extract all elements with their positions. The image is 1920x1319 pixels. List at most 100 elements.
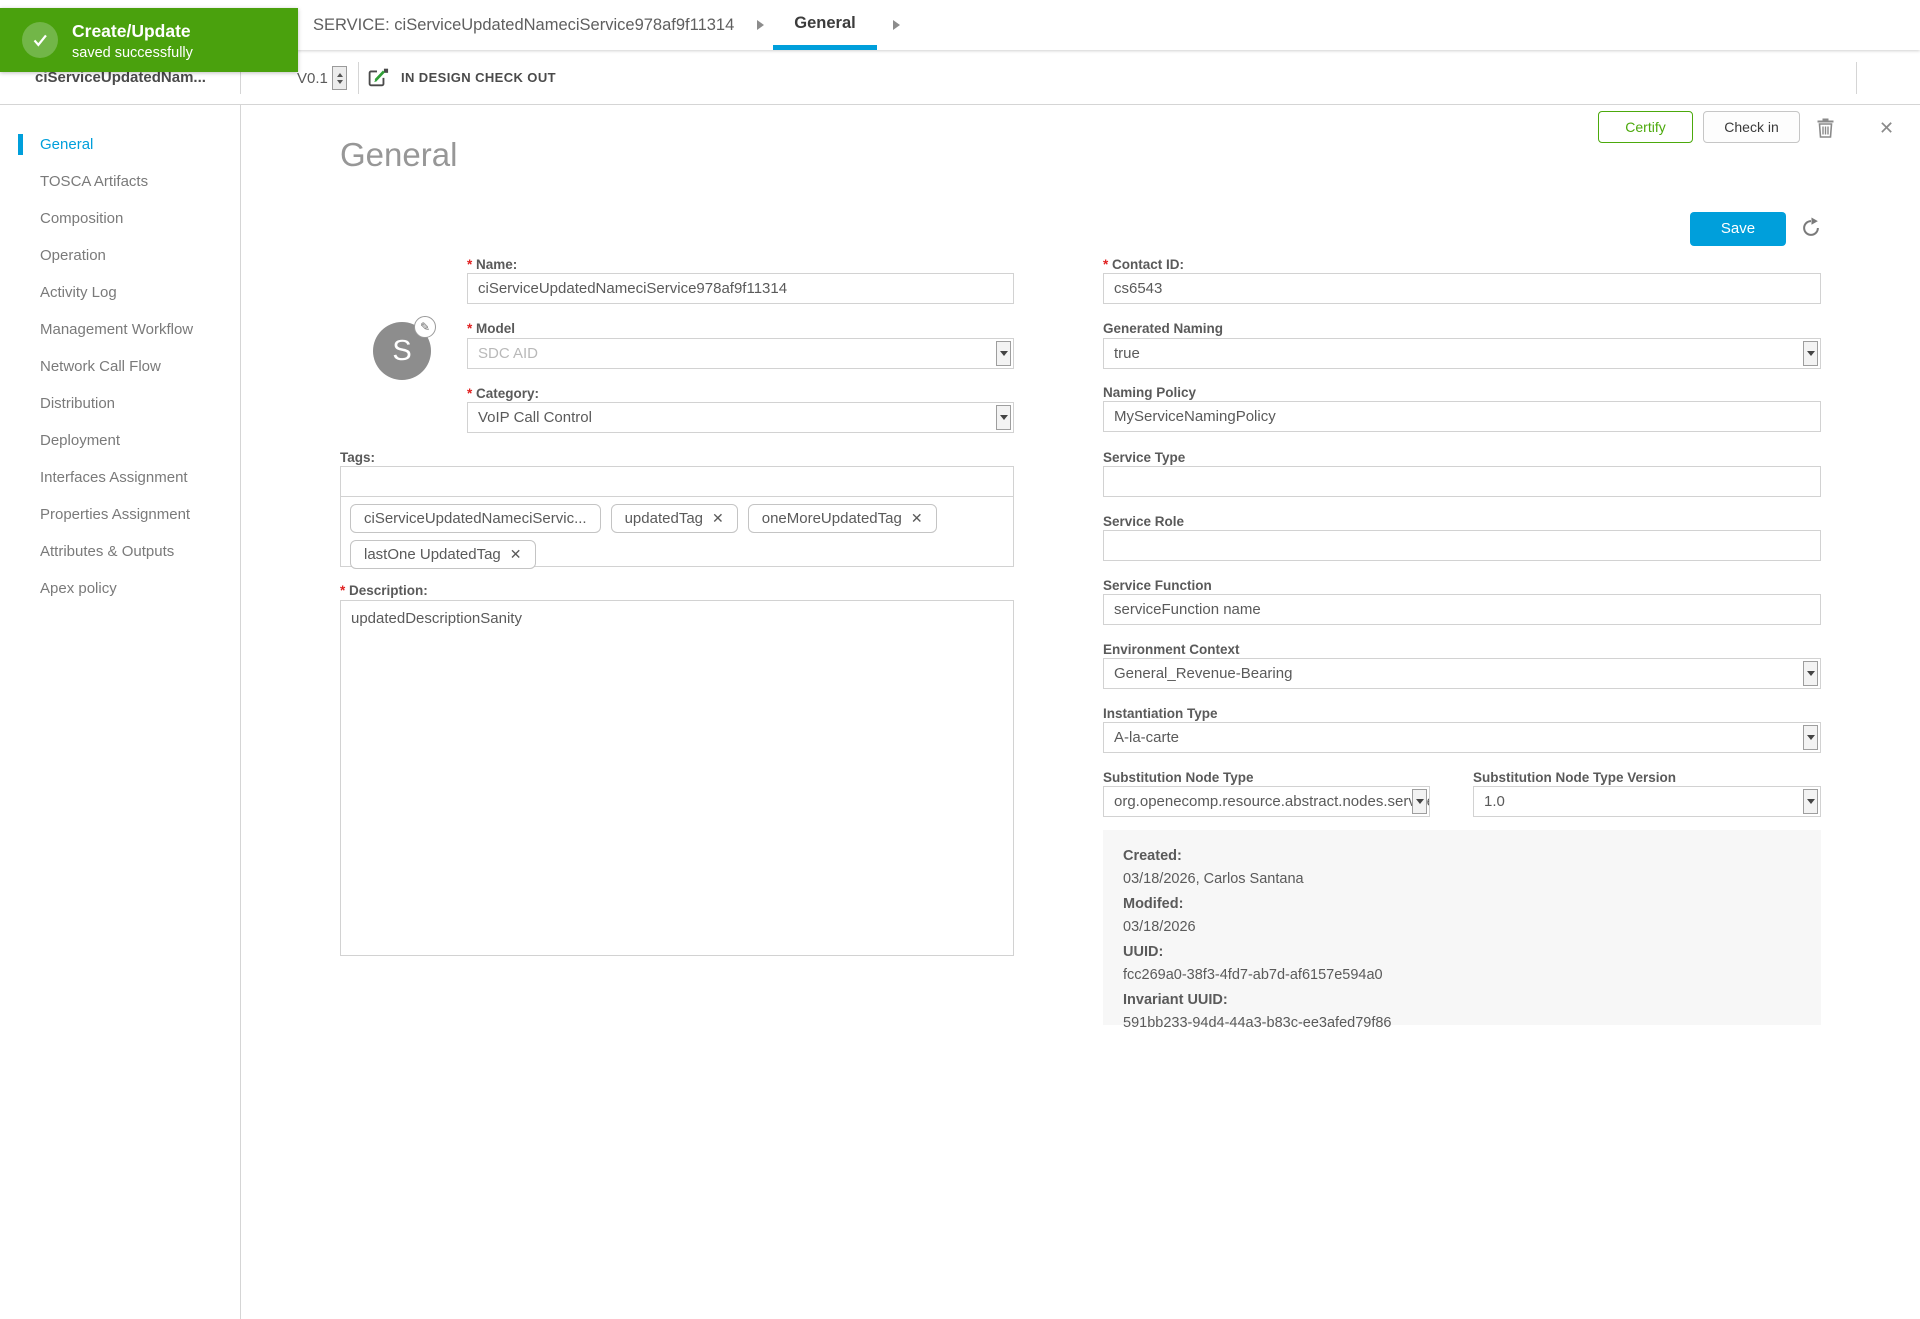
sidebar-item-deployment[interactable]: Deployment <box>0 422 240 459</box>
revert-icon[interactable] <box>1800 217 1822 239</box>
breadcrumb[interactable]: SERVICE: ciServiceUpdatedNameciService97… <box>313 0 734 50</box>
toast-title: Create/Update <box>72 21 191 42</box>
tag-chip: ciServiceUpdatedNameciServic... <box>350 504 601 533</box>
substitution-node-type-select[interactable]: org.openecomp.resource.abstract.nodes.se… <box>1103 786 1430 817</box>
service-avatar: S <box>373 322 431 380</box>
lifecycle-state-label: IN DESIGN CHECK OUT <box>401 70 556 85</box>
sidebar-item-distribution[interactable]: Distribution <box>0 385 240 422</box>
save-button[interactable]: Save <box>1690 212 1786 246</box>
tag-chip-label: ciServiceUpdatedNameciServic... <box>364 505 587 532</box>
sidebar-item-attributes-outputs[interactable]: Attributes & Outputs <box>0 533 240 570</box>
sidebar-item-apex-policy[interactable]: Apex policy <box>0 570 240 607</box>
dropdown-arrow-icon[interactable] <box>1412 789 1427 814</box>
environment-context-value: General_Revenue-Bearing <box>1114 665 1292 682</box>
spinner-down-icon[interactable] <box>337 80 343 84</box>
active-indicator <box>18 134 23 155</box>
substitution-node-version-select[interactable]: 1.0 <box>1473 786 1821 817</box>
naming-policy-input[interactable]: MyServiceNamingPolicy <box>1103 401 1821 432</box>
contact-id-label: Contact ID: <box>1103 257 1184 272</box>
avatar-letter: S <box>392 335 411 367</box>
dropdown-arrow-icon[interactable] <box>996 341 1011 366</box>
success-check-icon <box>22 22 58 58</box>
description-label: Description: <box>340 583 428 598</box>
sdc-service-editor: SERVICE: ciServiceUpdatedNameciService97… <box>0 0 1920 1319</box>
model-select-value: SDC AID <box>478 345 538 362</box>
name-label: Name: <box>467 257 517 272</box>
sidebar-item-management-workflow[interactable]: Management Workflow <box>0 311 240 348</box>
model-label: Model <box>467 321 515 336</box>
category-select-value: VoIP Call Control <box>478 409 592 426</box>
sidebar-item-composition[interactable]: Composition <box>0 200 240 237</box>
certify-button[interactable]: Certify <box>1598 111 1693 143</box>
environment-context-select[interactable]: General_Revenue-Bearing <box>1103 658 1821 689</box>
service-role-label: Service Role <box>1103 514 1184 529</box>
service-function-input[interactable]: serviceFunction name <box>1103 594 1821 625</box>
generated-naming-label: Generated Naming <box>1103 321 1223 336</box>
dropdown-arrow-icon[interactable] <box>1803 661 1818 686</box>
invariant-uuid-value: 591bb233-94d4-44a3-b83c-ee3afed79f86 <box>1123 1012 1801 1035</box>
generated-naming-select[interactable]: true <box>1103 338 1821 369</box>
uuid-label: UUID: <box>1123 941 1801 964</box>
success-toast: Create/Update saved successfully <box>0 8 298 72</box>
tags-label: Tags: <box>340 450 375 465</box>
instantiation-type-label: Instantiation Type <box>1103 706 1218 721</box>
description-textarea[interactable]: updatedDescriptionSanity <box>340 600 1014 956</box>
spinner-up-icon[interactable] <box>337 73 343 77</box>
remove-tag-icon[interactable] <box>510 541 522 568</box>
remove-tag-icon[interactable] <box>911 505 923 532</box>
divider <box>358 62 359 94</box>
tab-general-label: General <box>794 14 855 32</box>
dropdown-arrow-icon[interactable] <box>996 405 1011 430</box>
instantiation-type-select[interactable]: A-la-carte <box>1103 722 1821 753</box>
sidebar-item-label: TOSCA Artifacts <box>40 173 148 190</box>
created-value: 03/18/2026, Carlos Santana <box>1123 868 1801 891</box>
sidebar-item-operation[interactable]: Operation <box>0 237 240 274</box>
category-select[interactable]: VoIP Call Control <box>467 402 1014 433</box>
service-role-input[interactable] <box>1103 530 1821 561</box>
divider <box>1856 62 1857 94</box>
sidebar-item-label: Management Workflow <box>40 321 193 338</box>
tags-input[interactable] <box>340 466 1014 497</box>
tab-general[interactable]: General <box>773 0 877 50</box>
close-icon[interactable] <box>1879 118 1894 139</box>
service-type-input[interactable] <box>1103 466 1821 497</box>
dropdown-arrow-icon[interactable] <box>1803 341 1818 366</box>
tag-chip-label: lastOne UpdatedTag <box>364 541 501 568</box>
edit-icon-badge[interactable] <box>414 316 436 338</box>
created-label: Created: <box>1123 845 1801 868</box>
sidebar-item-properties-assignment[interactable]: Properties Assignment <box>0 496 240 533</box>
sidebar-item-network-call-flow[interactable]: Network Call Flow <box>0 348 240 385</box>
active-tab-underline <box>773 45 877 50</box>
sidebar-item-tosca-artifacts[interactable]: TOSCA Artifacts <box>0 163 240 200</box>
service-function-label: Service Function <box>1103 578 1212 593</box>
category-label: Category: <box>467 386 539 401</box>
substitution-node-type-label: Substitution Node Type <box>1103 770 1254 785</box>
chevron-right-icon <box>757 20 764 30</box>
sidebar-nav: General TOSCA Artifacts Composition Oper… <box>0 105 241 1319</box>
dropdown-arrow-icon[interactable] <box>1803 789 1818 814</box>
modified-label: Modifed: <box>1123 893 1801 916</box>
invariant-uuid-label: Invariant UUID: <box>1123 989 1801 1012</box>
sidebar-item-label: Apex policy <box>40 580 117 597</box>
environment-context-label: Environment Context <box>1103 642 1240 657</box>
name-input[interactable]: ciServiceUpdatedNameciService978af9f1131… <box>467 273 1014 304</box>
model-select[interactable]: SDC AID <box>467 338 1014 369</box>
contact-id-input[interactable]: cs6543 <box>1103 273 1821 304</box>
sidebar-item-interfaces-assignment[interactable]: Interfaces Assignment <box>0 459 240 496</box>
sidebar-item-activity-log[interactable]: Activity Log <box>0 274 240 311</box>
checkin-button[interactable]: Check in <box>1703 111 1800 143</box>
tags-chip-list: ciServiceUpdatedNameciServic... updatedT… <box>340 496 1014 567</box>
service-type-label: Service Type <box>1103 450 1185 465</box>
remove-tag-icon[interactable] <box>712 505 724 532</box>
sidebar-item-general[interactable]: General <box>0 126 240 163</box>
delete-icon[interactable] <box>1816 116 1835 139</box>
uuid-value: fcc269a0-38f3-4fd7-ab7d-af6157e594a0 <box>1123 964 1801 987</box>
version-value: V0.1 <box>297 70 328 87</box>
page-title: General <box>340 136 457 174</box>
dropdown-arrow-icon[interactable] <box>1803 725 1818 750</box>
sidebar-item-label: Properties Assignment <box>40 506 190 523</box>
sidebar-item-label: Interfaces Assignment <box>40 469 188 486</box>
tag-chip: lastOne UpdatedTag <box>350 540 536 569</box>
version-selector[interactable] <box>332 66 347 90</box>
modified-value: 03/18/2026 <box>1123 916 1801 939</box>
